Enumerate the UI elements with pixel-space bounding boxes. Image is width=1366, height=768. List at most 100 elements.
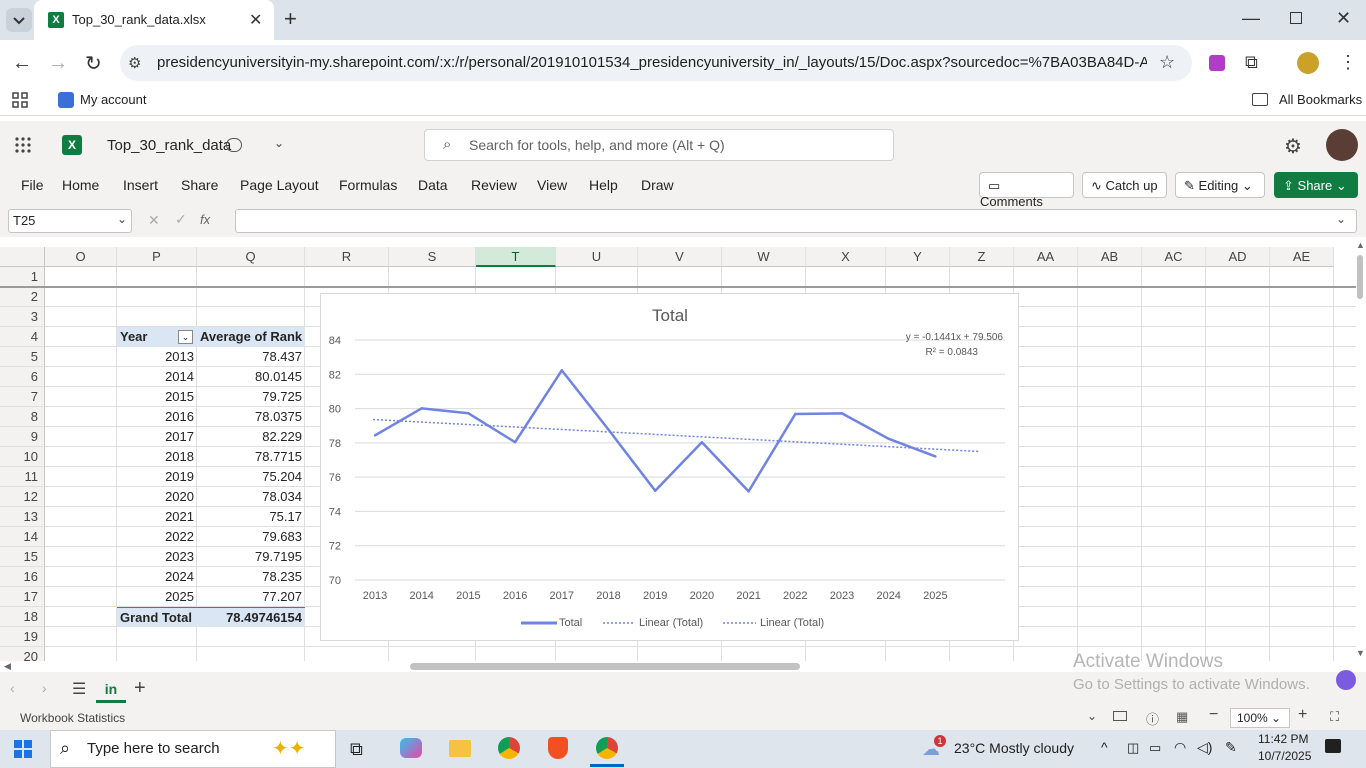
taskbar-search-input[interactable]: Type here to search [87, 740, 220, 757]
row-header[interactable]: 6 [0, 367, 45, 387]
user-avatar[interactable] [1326, 129, 1358, 161]
clock-date[interactable]: 10/7/2025 [1258, 749, 1311, 763]
row-header[interactable]: 5 [0, 347, 45, 367]
next-sheet-icon[interactable]: › [42, 680, 47, 696]
file-explorer-icon[interactable] [449, 740, 471, 757]
pivot-year-cell[interactable]: 2023 [117, 547, 197, 567]
restore-icon[interactable] [1290, 12, 1302, 24]
add-sheet-icon[interactable]: + [134, 677, 146, 700]
column-header[interactable]: W [722, 247, 806, 267]
pivot-year-cell[interactable]: 2020 [117, 487, 197, 507]
row-header[interactable]: 16 [0, 567, 45, 587]
profile-avatar[interactable] [1297, 52, 1319, 74]
zoom-in-icon[interactable]: + [1298, 706, 1307, 724]
column-header[interactable]: X [806, 247, 886, 267]
pivot-average-cell[interactable]: 75.204 [197, 467, 305, 487]
column-header[interactable]: T [476, 247, 556, 267]
menu-view[interactable]: View [537, 177, 567, 193]
pivot-year-cell[interactable]: 2019 [117, 467, 197, 487]
row-header[interactable]: 1 [0, 267, 45, 287]
pivot-year-cell[interactable]: 2013 [117, 347, 197, 367]
reload-icon[interactable]: ↻ [85, 51, 102, 76]
copilot-taskbar-icon[interactable] [400, 738, 422, 758]
scroll-down-icon[interactable]: ▼ [1356, 648, 1365, 658]
search-input[interactable]: Search for tools, help, and more (Alt + … [469, 137, 725, 153]
filter-dropdown-icon[interactable]: ⌄ [178, 330, 193, 344]
row-header[interactable]: 13 [0, 507, 45, 527]
column-header[interactable]: AE [1270, 247, 1334, 267]
tray-app-icon[interactable]: ◫ [1127, 740, 1139, 756]
column-header[interactable]: AB [1078, 247, 1142, 267]
pivot-year-cell[interactable]: 2022 [117, 527, 197, 547]
zoom-level[interactable]: 100% ⌄ [1230, 708, 1290, 728]
page-view-icon[interactable]: ▦ [1176, 709, 1188, 725]
grand-total-label[interactable]: Grand Total [117, 607, 197, 627]
grand-total-value[interactable]: 78.49746154 [197, 607, 305, 627]
column-header[interactable]: Z [950, 247, 1014, 267]
editing-mode-button[interactable]: ✎ Editing ⌄ [1175, 172, 1265, 198]
all-sheets-menu-icon[interactable]: ☰ [72, 679, 86, 699]
row-header[interactable]: 2 [0, 287, 45, 307]
insert-function-button[interactable]: fx [200, 212, 210, 227]
pen-icon[interactable]: ✎ [1225, 739, 1237, 756]
pivot-average-cell[interactable]: 78.0375 [197, 407, 305, 427]
weather-text[interactable]: 23°C Mostly cloudy [954, 740, 1074, 756]
tab-close-icon[interactable]: ✕ [249, 10, 262, 30]
menu-data[interactable]: Data [418, 177, 448, 193]
column-header[interactable]: S [389, 247, 476, 267]
pivot-average-cell[interactable]: 79.683 [197, 527, 305, 547]
copilot-icon[interactable] [1336, 670, 1356, 690]
extensions-puzzle-icon[interactable]: ⧉ [1245, 52, 1258, 73]
settings-gear-icon[interactable]: ⚙ [1284, 134, 1302, 159]
clock-time[interactable]: 11:42 PM [1258, 732, 1308, 746]
scroll-up-icon[interactable]: ▲ [1356, 240, 1365, 250]
column-header[interactable]: R [305, 247, 389, 267]
name-box-chevron-icon[interactable]: ⌄ [117, 212, 127, 226]
menu-page-layout[interactable]: Page Layout [240, 177, 319, 193]
sheet-tab-in[interactable]: in [96, 677, 126, 703]
tab-search-button[interactable] [6, 8, 32, 32]
name-box-value[interactable]: T25 [13, 213, 35, 228]
share-button[interactable]: ⇪ Share ⌄ [1274, 172, 1358, 198]
close-window-icon[interactable]: ✕ [1336, 8, 1351, 29]
column-header[interactable]: Y [886, 247, 950, 267]
confirm-formula-icon[interactable]: ✓ [175, 211, 187, 228]
task-view-icon[interactable]: ⧉ [350, 739, 363, 760]
row-header[interactable]: 17 [0, 587, 45, 607]
cancel-formula-icon[interactable]: ✕ [148, 212, 160, 229]
select-all-corner[interactable] [0, 247, 45, 267]
column-header[interactable]: AD [1206, 247, 1270, 267]
tray-chevron-icon[interactable]: ^ [1101, 739, 1108, 755]
row-header[interactable]: 18 [0, 607, 45, 627]
app-launcher-icon[interactable] [14, 136, 32, 154]
pivot-year-cell[interactable]: 2025 [117, 587, 197, 607]
bookmark-my-account[interactable]: My account [80, 92, 146, 107]
row-header[interactable]: 10 [0, 447, 45, 467]
menu-review[interactable]: Review [471, 177, 517, 193]
pivot-average-cell[interactable]: 80.0145 [197, 367, 305, 387]
pivot-average-cell[interactable]: 79.725 [197, 387, 305, 407]
pivot-year-cell[interactable]: 2021 [117, 507, 197, 527]
apps-grid-icon[interactable] [12, 92, 28, 108]
notifications-icon[interactable] [1325, 739, 1341, 753]
pivot-average-cell[interactable]: 78.437 [197, 347, 305, 367]
menu-home[interactable]: Home [62, 177, 99, 193]
spreadsheet-grid[interactable]: O P Q R S T U V W X Y Z AA AB AC AD AE 1 2 3 4 5 6 7 8 9 10 11 12 13… [0, 247, 1356, 661]
wifi-icon[interactable]: ◠ [1174, 739, 1186, 756]
pivot-average-cell[interactable]: 78.034 [197, 487, 305, 507]
prev-sheet-icon[interactable]: ‹ [10, 680, 15, 696]
extension-icon[interactable] [1209, 55, 1225, 71]
zoom-out-icon[interactable]: − [1209, 706, 1218, 724]
chrome-icon[interactable] [498, 737, 520, 759]
pivot-year-cell[interactable]: 2017 [117, 427, 197, 447]
back-icon[interactable]: ← [12, 52, 32, 75]
row-header[interactable]: 14 [0, 527, 45, 547]
document-name[interactable]: Top_30_rank_data [107, 137, 231, 154]
battery-icon[interactable]: ▭ [1149, 740, 1161, 756]
pivot-average-cell[interactable]: 77.207 [197, 587, 305, 607]
comments-button[interactable]: ▭ Comments [979, 172, 1074, 209]
menu-file[interactable]: File [21, 177, 44, 193]
row-header[interactable]: 11 [0, 467, 45, 487]
status-chevron-icon[interactable]: ⌄ [1087, 709, 1097, 723]
windows-start-icon[interactable] [14, 740, 32, 758]
